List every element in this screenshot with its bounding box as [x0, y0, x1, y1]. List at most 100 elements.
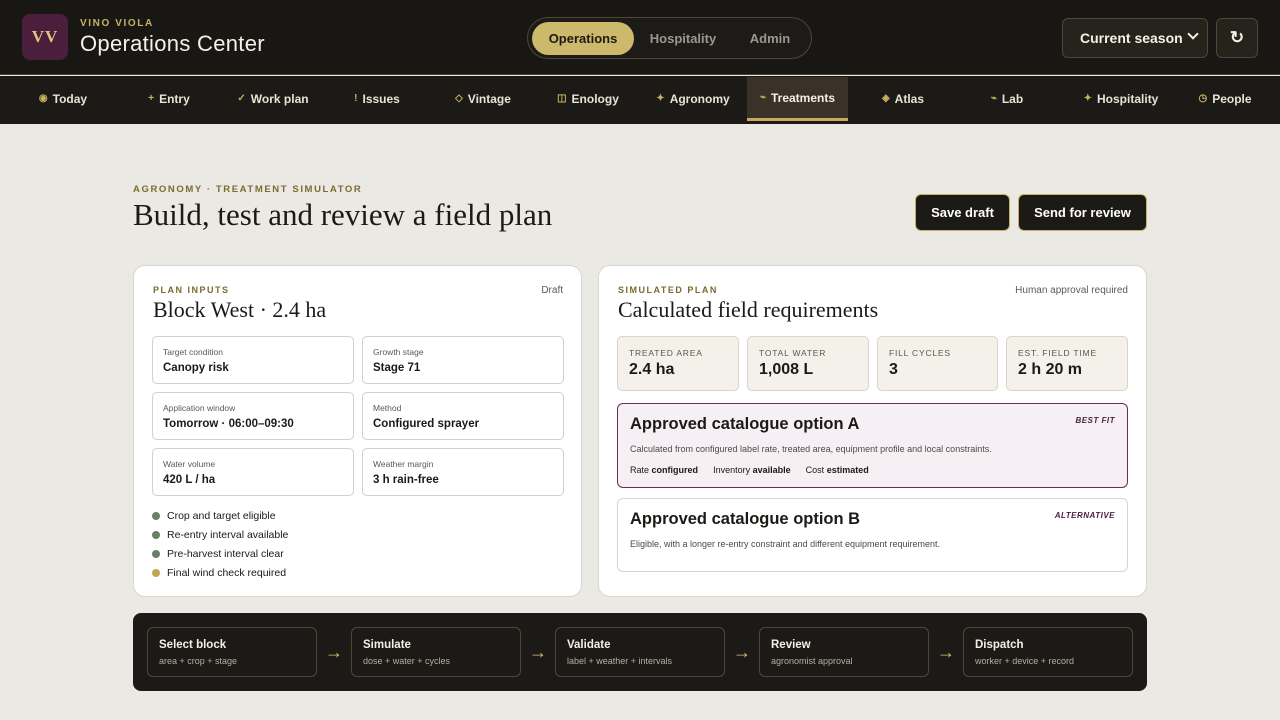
arrow-right-icon: → [325, 641, 343, 662]
nav-label: Treatments [771, 90, 836, 105]
field-label: Growth stage [373, 347, 424, 357]
alert-icon: ! [354, 93, 358, 104]
mode-operations[interactable]: Operations [532, 22, 634, 55]
step-review[interactable]: Review agronomist approval [759, 627, 929, 677]
field-label: Application window [163, 403, 236, 413]
option-title: Approved catalogue option A [630, 415, 860, 433]
nav-label: Entry [159, 91, 190, 106]
nav-label: Hospitality [1097, 91, 1159, 106]
simulated-plan-title: Calculated field requirements [618, 297, 879, 322]
metric-field-time: EST. FIELD TIME 2 h 20 m [1006, 336, 1128, 391]
field-value: Tomorrow · 06:00–09:30 [163, 418, 294, 430]
field-label: Method [373, 403, 402, 413]
option-title: Approved catalogue option B [630, 510, 861, 528]
step-title: Simulate [363, 639, 411, 651]
step-select-block[interactable]: Select block area + crop + stage [147, 627, 317, 677]
approval-note: Human approval required [1015, 285, 1128, 296]
alternative-badge: ALTERNATIVE [1054, 511, 1115, 520]
season-select[interactable]: Current season [1062, 18, 1208, 58]
top-bar: VV VINO VIOLA Operations Center Operatio… [0, 0, 1280, 75]
check-text: Pre-harvest interval clear [167, 548, 284, 560]
nav-hospitality[interactable]: ✦ Hospitality [1068, 76, 1174, 121]
nav-today[interactable]: ◉ Today [20, 76, 106, 121]
step-subtitle: worker + device + record [975, 656, 1075, 666]
nav-enology[interactable]: ◫ Enology [542, 76, 634, 121]
application-window-field[interactable]: Application window Tomorrow · 06:00–09:3… [152, 392, 354, 440]
nav-issues[interactable]: ! Issues [334, 76, 420, 121]
rate-label: Rate [630, 465, 650, 475]
season-select-value: Current season [1080, 30, 1183, 46]
option-description: Calculated from configured label rate, t… [630, 444, 992, 454]
send-for-review-button[interactable]: Send for review [1018, 194, 1147, 231]
nav-entry[interactable]: + Entry [126, 76, 212, 121]
page-title: Build, test and review a field plan [133, 197, 553, 232]
nav-work-plan[interactable]: ✓ Work plan [230, 76, 316, 121]
nav-treatments[interactable]: ⌁ Treatments [747, 77, 848, 121]
mode-admin[interactable]: Admin [732, 22, 808, 55]
inventory-value: available [752, 465, 791, 475]
plan-block-title: Block West · 2.4 ha [153, 297, 327, 322]
field-value: Canopy risk [163, 362, 229, 374]
option-b-card[interactable]: Approved catalogue option B ALTERNATIVE … [617, 498, 1128, 572]
metric-label: EST. FIELD TIME [1018, 348, 1097, 358]
nav-label: People [1212, 91, 1252, 106]
check-icon: ✓ [237, 93, 246, 104]
status-ok-dot [152, 512, 160, 520]
metric-label: FILL CYCLES [889, 348, 951, 358]
nav-label: Enology [571, 91, 619, 106]
metric-total-water: TOTAL WATER 1,008 L [747, 336, 869, 391]
nav-label: Atlas [894, 91, 925, 106]
agronomy-icon: ✦ [656, 93, 665, 104]
step-dispatch[interactable]: Dispatch worker + device + record [963, 627, 1133, 677]
refresh-icon: ↻ [1229, 28, 1245, 47]
metric-label: TOTAL WATER [759, 348, 827, 358]
mode-hospitality[interactable]: Hospitality [638, 22, 728, 55]
step-validate[interactable]: Validate label + weather + intervals [555, 627, 725, 677]
chevron-down-icon [1187, 28, 1199, 40]
nav-label: Issues [362, 91, 400, 106]
nav-vintage[interactable]: ◇ Vintage [438, 76, 528, 121]
nav-atlas[interactable]: ◈ Atlas [860, 76, 946, 121]
step-subtitle: agronomist approval [771, 656, 853, 666]
field-value: 3 h rain-free [373, 474, 439, 486]
weather-margin-field[interactable]: Weather margin 3 h rain-free [362, 448, 564, 496]
step-subtitle: label + weather + intervals [567, 656, 673, 666]
save-draft-button[interactable]: Save draft [915, 194, 1010, 231]
water-volume-field[interactable]: Water volume 420 L / ha [152, 448, 354, 496]
option-description: Eligible, with a longer re-entry constra… [630, 539, 941, 549]
status-warn-dot [152, 569, 160, 577]
plan-status-label: Draft [541, 285, 563, 296]
nav-lab[interactable]: ⌁ Lab [964, 76, 1050, 121]
cost-value: estimated [826, 465, 869, 475]
page-eyebrow: AGRONOMY · TREATMENT SIMULATOR [133, 184, 363, 195]
metric-value: 2.4 ha [629, 361, 675, 378]
check-text: Final wind check required [167, 567, 287, 579]
check-text: Crop and target eligible [167, 510, 276, 522]
step-subtitle: dose + water + cycles [363, 656, 451, 666]
hospitality-icon: ✦ [1083, 93, 1093, 104]
metric-treated-area: TREATED AREA 2.4 ha [617, 336, 739, 391]
plan-inputs-eyebrow: PLAN INPUTS [153, 285, 230, 295]
growth-stage-field[interactable]: Growth stage Stage 71 [362, 336, 564, 384]
field-value: Configured sprayer [373, 418, 480, 430]
nav-label: Today [52, 91, 88, 106]
main-nav: ◉ Today + Entry ✓ Work plan ! Issues ◇ Vintag… [0, 76, 1280, 124]
rate-value: configured [651, 465, 699, 475]
nav-agronomy[interactable]: ✦ Agronomy [646, 76, 740, 121]
check-item: Final wind check required [152, 566, 286, 580]
enology-icon: ◫ [557, 93, 567, 104]
step-simulate[interactable]: Simulate dose + water + cycles [351, 627, 521, 677]
field-value: 420 L / ha [163, 474, 216, 486]
arrow-right-icon: → [529, 641, 547, 662]
refresh-button[interactable]: ↻ [1216, 18, 1258, 58]
check-text: Re-entry interval available [167, 529, 289, 541]
nav-people[interactable]: ◷ People [1182, 76, 1268, 121]
nav-label: Lab [1001, 91, 1024, 106]
nav-label: Work plan [250, 91, 309, 106]
option-a-card[interactable]: Approved catalogue option A BEST FIT Cal… [617, 403, 1128, 488]
field-label: Target condition [163, 347, 224, 357]
inventory-label: Inventory [713, 465, 751, 475]
metric-value: 2 h 20 m [1018, 361, 1083, 378]
method-field[interactable]: Method Configured sprayer [362, 392, 564, 440]
target-condition-field[interactable]: Target condition Canopy risk [152, 336, 354, 384]
